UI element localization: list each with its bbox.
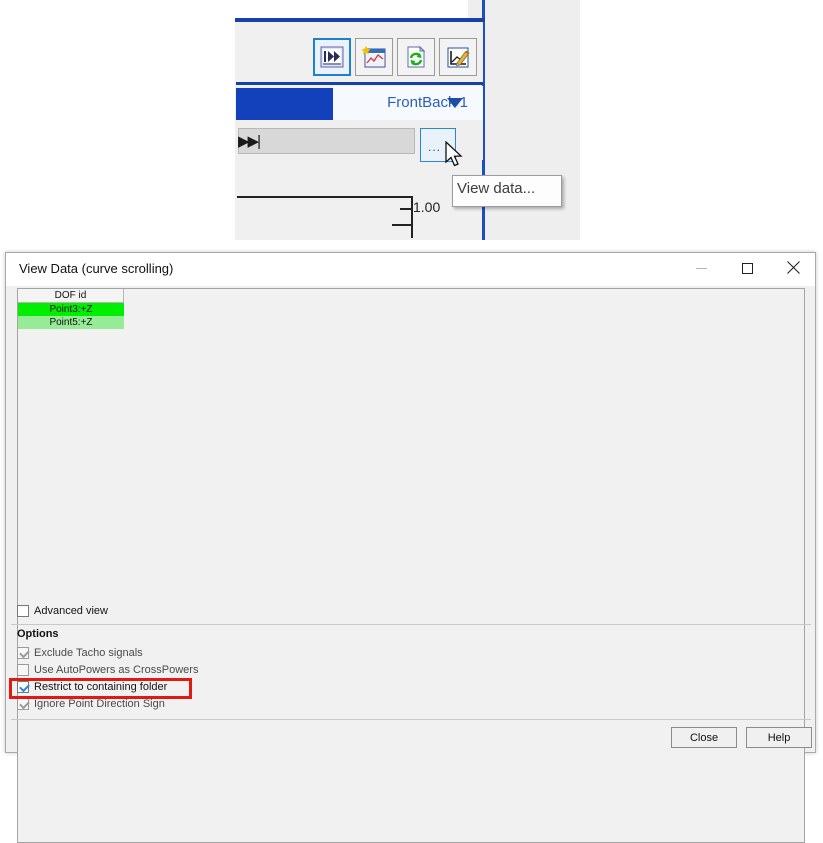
- chevron-down-icon[interactable]: [447, 98, 463, 108]
- option-label: Use AutoPowers as CrossPowers: [34, 664, 199, 676]
- toolbar-button-edit-chart[interactable]: [439, 38, 477, 76]
- close-button[interactable]: [770, 253, 816, 284]
- toolbar-button-refresh[interactable]: [397, 38, 435, 76]
- new-chart-icon: [361, 45, 387, 69]
- option-use-autopowers-as-crosspowers[interactable]: Use AutoPowers as CrossPowers: [17, 664, 198, 676]
- ellipsis-button-label: ...: [428, 140, 442, 154]
- toolbar-button-fast-forward[interactable]: [313, 38, 351, 76]
- advanced-view-label: Advanced view: [34, 605, 108, 617]
- fast-forward-icon: [320, 46, 344, 68]
- skip-end-icon[interactable]: ▶▶|: [238, 132, 261, 150]
- chart-axis-tick-major: [400, 208, 412, 210]
- options-divider: [11, 624, 811, 625]
- footer-divider: [11, 719, 811, 720]
- chart-axis-value-label: 1.00: [413, 199, 441, 215]
- option-label: Ignore Point Direction Sign: [34, 698, 165, 710]
- close-dialog-button[interactable]: Close: [671, 727, 737, 748]
- chart-axis-tick-minor: [392, 224, 412, 226]
- advanced-view-checkbox[interactable]: Advanced view: [17, 605, 108, 617]
- checkbox-box: [17, 605, 29, 617]
- checkbox-box: [17, 664, 29, 676]
- annotation-highlight-box: [9, 678, 192, 699]
- option-ignore-point-direction-sign[interactable]: Ignore Point Direction Sign: [17, 698, 165, 710]
- options-section-title: Options: [17, 628, 59, 640]
- toolbar-separator: [236, 82, 483, 85]
- close-icon: [786, 260, 800, 277]
- maximize-button[interactable]: [724, 253, 770, 284]
- table-row[interactable]: Point5:+Z: [18, 316, 124, 329]
- tooltip-text: View data...: [457, 180, 536, 197]
- dof-column-header: DOF id: [18, 289, 124, 303]
- option-label: Exclude Tacho signals: [34, 647, 143, 659]
- maximize-icon: [741, 263, 753, 274]
- background-application: FrontBack 1 ▶▶| ... 1.00 View data...: [0, 0, 823, 248]
- table-row[interactable]: Point3:+Z: [18, 303, 124, 316]
- help-button[interactable]: Help: [746, 727, 812, 748]
- minimize-icon: [695, 268, 707, 269]
- refresh-icon: [405, 45, 427, 69]
- chart-axis-top: [237, 196, 413, 198]
- checkbox-box: [17, 698, 29, 710]
- window-title-band: [236, 88, 333, 120]
- dialog-title: View Data (curve scrolling): [19, 261, 174, 276]
- control-field[interactable]: [238, 128, 415, 154]
- dof-list[interactable]: DOF id Point3:+Z Point5:+Z: [17, 288, 805, 843]
- view-data-dialog: View Data (curve scrolling) DOF id Point…: [5, 252, 816, 843]
- edit-chart-icon: [446, 46, 470, 69]
- mouse-pointer-icon: [445, 140, 465, 172]
- minimize-button[interactable]: [678, 253, 724, 284]
- option-exclude-tacho-signals[interactable]: Exclude Tacho signals: [17, 647, 143, 659]
- checkbox-box: [17, 647, 29, 659]
- toolbar-button-new-chart[interactable]: [355, 38, 393, 76]
